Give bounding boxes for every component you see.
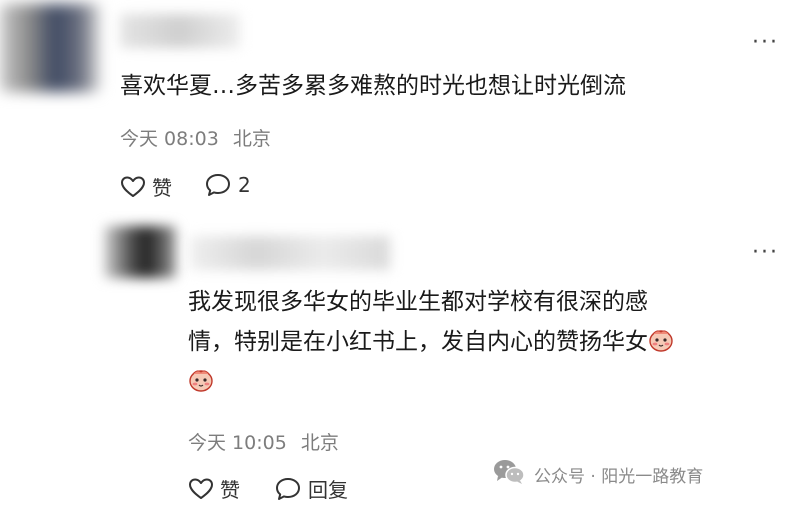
comment-location: 北京 — [232, 128, 271, 150]
comment-like-button[interactable]: 赞 — [120, 172, 172, 201]
heart-icon — [188, 477, 214, 501]
reply-text-line2: 情，特别是在小红书上，发自内心的赞扬华女 — [188, 329, 648, 355]
reply-more-options-button[interactable]: ··· — [752, 242, 779, 264]
reply-text: 我发现很多华女的毕业生都对学校有很深的感 情，特别是在小红书上，发自内心的赞扬华… — [188, 282, 788, 402]
reply-text-line1: 我发现很多华女的毕业生都对学校有很深的感 — [188, 289, 648, 315]
blushing-face-emoji — [188, 365, 214, 392]
reply-button-label: 回复 — [308, 478, 348, 502]
comment-bubble-icon — [204, 172, 232, 198]
comment-meta: 今天 08:03 北京 — [120, 124, 271, 151]
more-dots-icon: ··· — [752, 240, 779, 265]
watermark-text: 公众号 · 阳光一路教育 — [534, 467, 704, 487]
reply-time: 今天 10:05 — [188, 432, 287, 454]
replier-avatar[interactable] — [104, 226, 176, 278]
more-options-button[interactable]: ··· — [752, 32, 779, 54]
reply-location: 北京 — [300, 432, 339, 454]
blushing-face-emoji — [648, 325, 674, 352]
reply-like-button[interactable]: 赞 — [188, 474, 240, 503]
comment-time: 今天 08:03 — [120, 128, 219, 150]
replier-name[interactable] — [190, 236, 390, 270]
comment-reply-count-button[interactable]: 2 — [204, 172, 251, 198]
more-dots-icon: ··· — [752, 30, 779, 55]
reply-like-label: 赞 — [220, 478, 240, 502]
comment-text: 喜欢华夏…多苦多累多难熬的时光也想让时光倒流 — [120, 73, 626, 99]
reply-text-line2-wrap: 情，特别是在小红书上，发自内心的赞扬华女 — [188, 322, 788, 362]
heart-icon — [120, 175, 146, 199]
watermark: 公众号 · 阳光一路教育 — [492, 458, 703, 491]
comment-reply-count: 2 — [238, 173, 251, 197]
reply-emoji-line — [188, 362, 788, 402]
comment-like-label: 赞 — [152, 176, 172, 200]
reply-meta: 今天 10:05 北京 — [188, 428, 339, 455]
reply-button[interactable]: 回复 — [274, 474, 348, 503]
wechat-logo-icon — [492, 458, 526, 491]
commenter-name[interactable] — [120, 14, 240, 48]
commenter-avatar[interactable] — [0, 4, 100, 92]
comment-bubble-icon — [274, 476, 302, 502]
